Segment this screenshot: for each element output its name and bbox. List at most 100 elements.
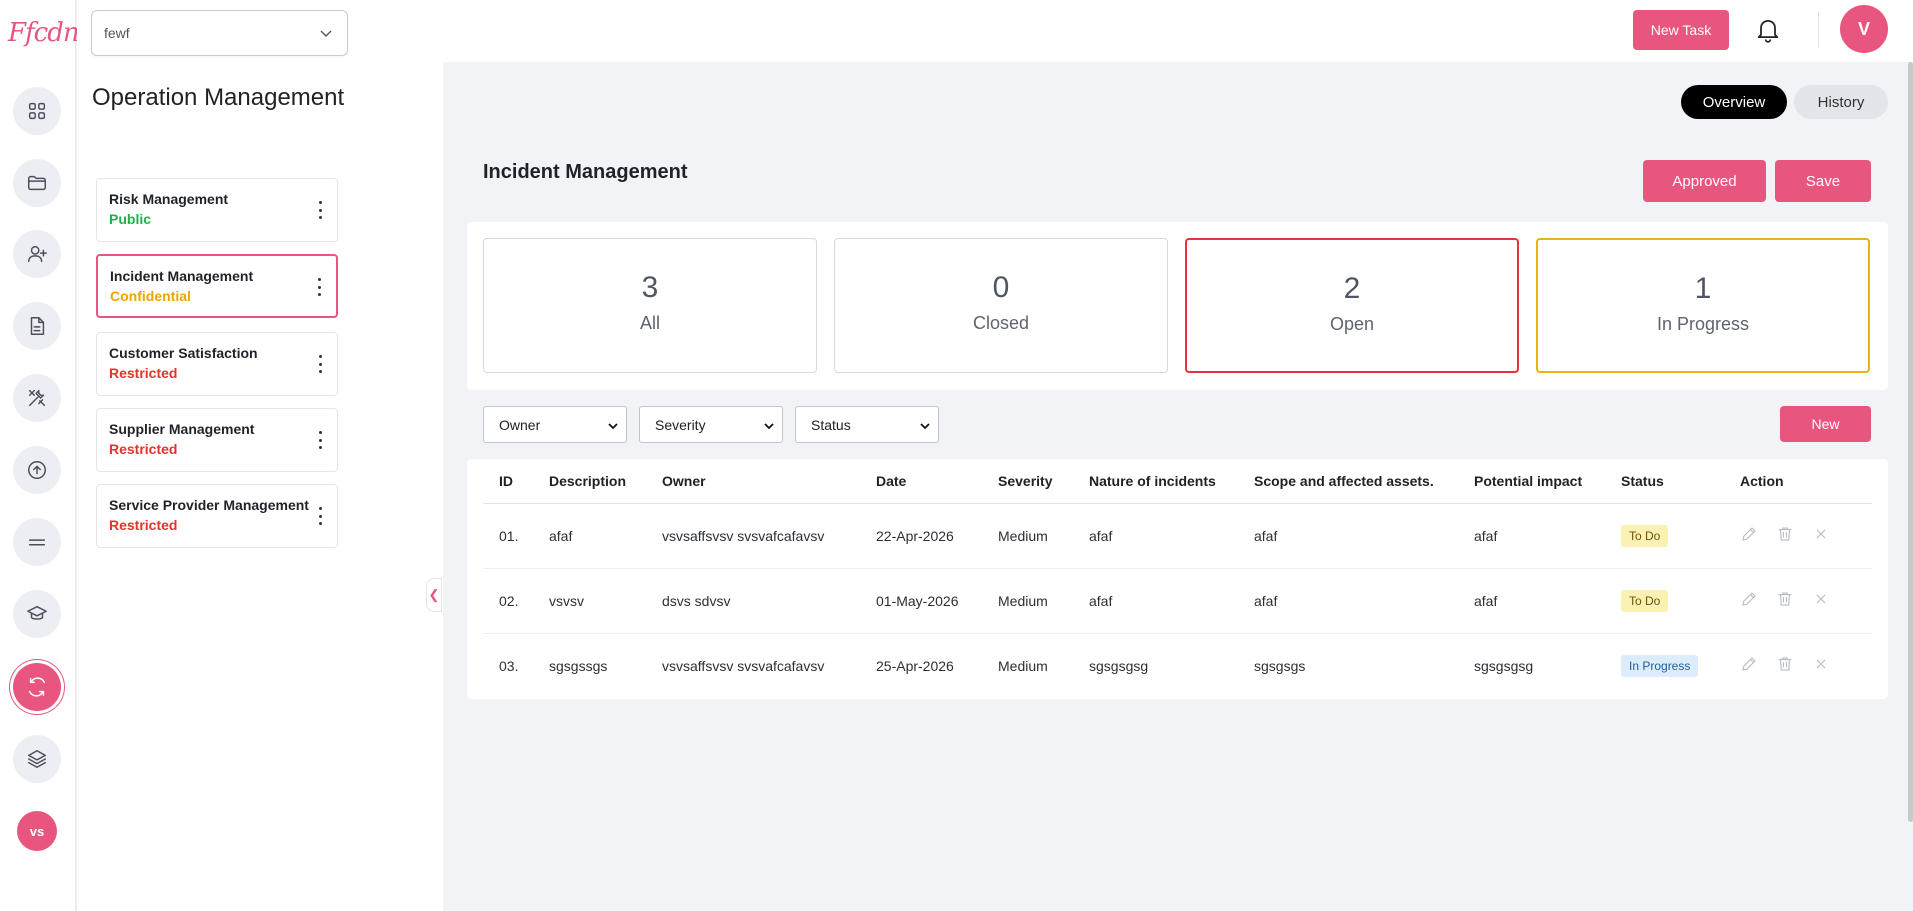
document-icon[interactable]: [13, 302, 61, 350]
cell-owner: dsvs sdvsv: [646, 568, 860, 634]
divider: [1818, 12, 1819, 48]
cell-scope: sgsgsgs: [1254, 657, 1306, 674]
approved-button[interactable]: Approved: [1643, 160, 1766, 202]
folder-icon[interactable]: [13, 159, 61, 207]
chevron-down-icon: [920, 423, 930, 430]
cell-scope: afaf: [1238, 503, 1458, 569]
stat-card-in-progress[interactable]: 1 In Progress: [1536, 238, 1870, 373]
filter-value: Owner: [499, 416, 541, 433]
scrollbar[interactable]: [1908, 62, 1913, 822]
status-filter-select[interactable]: Status: [795, 406, 939, 443]
tab-history[interactable]: History: [1794, 85, 1888, 119]
incident-table-panel: ID Description Owner Date Severity Natur…: [467, 459, 1888, 699]
graduation-cap-icon[interactable]: [13, 590, 61, 638]
delete-trash-icon[interactable]: [1776, 590, 1794, 608]
stat-count: 3: [641, 271, 659, 304]
column-header: Owner: [646, 459, 860, 504]
add-user-icon[interactable]: [13, 230, 61, 278]
more-options-icon[interactable]: [317, 355, 323, 373]
save-button[interactable]: Save: [1775, 160, 1871, 202]
icon-rail: Ffcdn vs: [0, 0, 80, 911]
more-options-icon[interactable]: [316, 278, 322, 296]
sync-icon[interactable]: [13, 663, 61, 711]
tab-overview[interactable]: Overview: [1681, 85, 1787, 119]
table-row[interactable]: 01. afaf vsvsaffsvsv svsvafcafavsv 22-Ap…: [483, 503, 1872, 569]
layers-icon[interactable]: [13, 735, 61, 783]
collapse-sidebar-button[interactable]: ❮: [426, 578, 442, 612]
app-logo[interactable]: Ffcdn: [8, 18, 80, 48]
column-header: Severity: [982, 459, 1073, 504]
cell-description: afaf: [533, 503, 646, 569]
workspace-select[interactable]: fewf: [91, 10, 348, 56]
project-name: Customer Satisfaction: [109, 345, 258, 361]
cell-status: To Do: [1605, 568, 1724, 634]
chevron-down-icon: [764, 423, 774, 430]
edit-pencil-icon[interactable]: [1740, 590, 1758, 608]
cell-actions: [1724, 503, 1872, 569]
column-header: Scope and affected assets.: [1238, 459, 1458, 504]
stat-card-open[interactable]: 2 Open: [1185, 238, 1519, 373]
new-incident-button[interactable]: New: [1780, 406, 1871, 442]
more-options-icon[interactable]: [317, 431, 323, 449]
project-visibility: Restricted: [109, 441, 178, 457]
edit-pencil-icon[interactable]: [1740, 655, 1758, 673]
more-options-icon[interactable]: [317, 507, 323, 525]
cell-severity: Medium: [982, 503, 1073, 569]
delete-trash-icon[interactable]: [1776, 655, 1794, 673]
delete-trash-icon[interactable]: [1776, 525, 1794, 543]
cell-impact: afaf: [1458, 568, 1605, 634]
cell-date: 25-Apr-2026: [876, 657, 954, 674]
menu-lines-icon[interactable]: [13, 518, 61, 566]
page-title: Incident Management: [483, 161, 688, 183]
stat-label: Closed: [972, 313, 1030, 333]
workspace-value: fewf: [104, 25, 130, 41]
dashboard-grid-icon[interactable]: [13, 87, 61, 135]
project-visibility: Public: [109, 211, 152, 227]
severity-filter-select[interactable]: Severity: [639, 406, 783, 443]
edit-pencil-icon[interactable]: [1740, 525, 1758, 543]
cell-status: In Progress: [1605, 633, 1724, 698]
filter-value: Severity: [655, 416, 706, 433]
project-card-customer-satisfaction[interactable]: Customer Satisfaction Restricted: [96, 332, 338, 396]
stat-count: 0: [992, 271, 1010, 304]
chevron-down-icon: [608, 423, 618, 430]
cell-scope: afaf: [1238, 568, 1458, 634]
profile-avatar[interactable]: V: [1840, 5, 1888, 53]
project-card-risk-management[interactable]: Risk Management Public: [96, 178, 338, 242]
cell-description: vsvsv: [533, 568, 646, 634]
upload-icon[interactable]: [13, 446, 61, 494]
user-avatar[interactable]: vs: [17, 811, 57, 851]
column-header: ID: [483, 459, 533, 504]
column-header: Action: [1724, 459, 1872, 504]
cell-id: 03.: [499, 657, 519, 674]
more-options-icon[interactable]: [317, 201, 323, 219]
stat-card-all[interactable]: 3 All: [483, 238, 817, 373]
notification-bell-icon[interactable]: [1754, 15, 1782, 43]
table-row[interactable]: 03. sgsgssgs vsvsaffsvsv svsvafcafavsv 2…: [483, 633, 1872, 698]
stat-count: 1: [1694, 272, 1712, 305]
tools-icon[interactable]: [13, 374, 61, 422]
project-name: Supplier Management: [109, 421, 255, 437]
close-icon[interactable]: [1812, 590, 1830, 608]
cell-owner: vsvsaffsvsv svsvafcafavsv: [646, 503, 860, 569]
project-name: Incident Management: [110, 268, 254, 284]
column-header: Potential impact: [1458, 459, 1605, 504]
stat-card-closed[interactable]: 0 Closed: [834, 238, 1168, 373]
owner-filter-select[interactable]: Owner: [483, 406, 627, 443]
new-task-button[interactable]: New Task: [1633, 10, 1729, 50]
project-name: Service Provider Management: [109, 497, 309, 513]
stat-count: 2: [1343, 272, 1361, 305]
table-row[interactable]: 02. vsvsv dsvs sdvsv 01-May-2026 Medium …: [483, 568, 1872, 634]
stat-label: Open: [1329, 314, 1375, 334]
cell-severity: Medium: [998, 657, 1048, 674]
stat-label: All: [639, 313, 660, 333]
cell-nature: sgsgsgsg: [1089, 657, 1149, 674]
project-card-incident-management[interactable]: Incident Management Confidential: [96, 254, 338, 318]
close-icon[interactable]: [1812, 655, 1830, 673]
project-card-service-provider-management[interactable]: Service Provider Management Restricted: [96, 484, 338, 548]
cell-id: 02.: [483, 568, 533, 634]
close-icon[interactable]: [1812, 525, 1830, 543]
cell-severity: Medium: [982, 568, 1073, 634]
project-card-supplier-management[interactable]: Supplier Management Restricted: [96, 408, 338, 472]
column-header: Description: [533, 459, 646, 504]
